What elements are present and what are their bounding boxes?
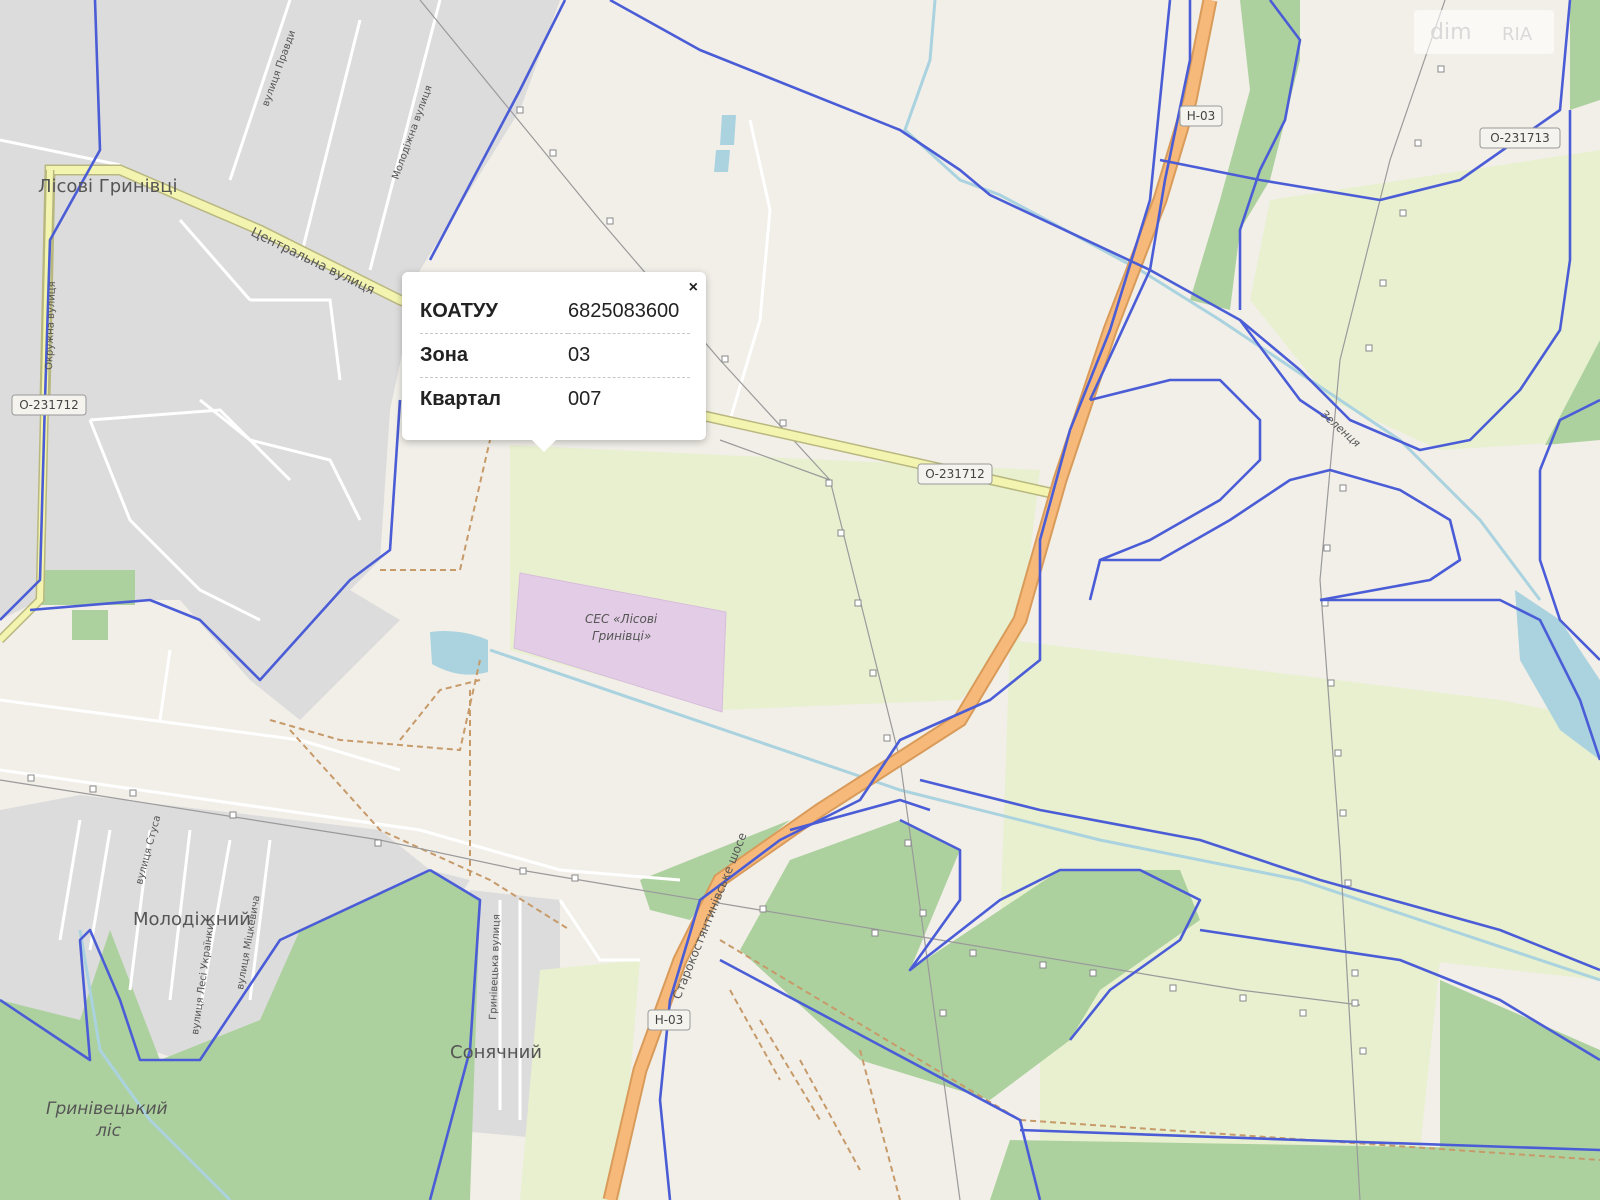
river-label-zelentsia: Зеленця <box>1318 408 1363 451</box>
meadow-east <box>1250 150 1600 450</box>
place-label-forest-line1: Гринівецький <box>46 1099 168 1119</box>
svg-text:Н-03: Н-03 <box>1187 109 1216 123</box>
popup-key-koatuu: КОАТУУ <box>420 290 568 334</box>
watermark-logo-dim: dim <box>1430 20 1472 45</box>
forest-east-edge <box>1570 0 1600 110</box>
watermark-logo-ria: RIA <box>1502 24 1533 45</box>
pond-north <box>714 115 736 172</box>
svg-text:О-231712: О-231712 <box>19 398 79 412</box>
popup-row-quarter: Квартал 007 <box>420 378 690 422</box>
svg-text:О-231713: О-231713 <box>1490 131 1550 145</box>
road-shield-o231712-east: О-231712 <box>917 463 993 485</box>
pond-west <box>430 631 488 675</box>
place-label-soniachnyi: Сонячний <box>450 1042 542 1063</box>
popup-value-zone: 03 <box>568 333 690 378</box>
road-shield-o231712-west: О-231712 <box>11 394 87 416</box>
road-shield-h03-south: Н-03 <box>647 1009 691 1031</box>
popup-row-zone: Зона 03 <box>420 333 690 378</box>
map-canvas[interactable]: Лісові Гринівці Молодіжний Сонячний Грин… <box>0 0 1600 1200</box>
popup-info-table: КОАТУУ 6825083600 Зона 03 Квартал 007 <box>420 290 690 421</box>
popup-value-quarter: 007 <box>568 388 602 410</box>
forest-small-patch-1 <box>40 570 135 605</box>
place-label-ses-line1: СЕС «Лісові <box>585 612 658 626</box>
road-shield-h03-north: Н-03 <box>1179 105 1223 127</box>
popup-row-koatuu: КОАТУУ 6825083600 <box>420 290 690 334</box>
forest-southeast <box>1440 980 1600 1150</box>
watermark: dim RIA <box>1414 10 1554 54</box>
popup-key-quarter: Квартал <box>420 388 501 410</box>
popup-close-button[interactable]: × <box>689 280 698 296</box>
place-label-lisovi-hrynivtsi: Лісові Гринівці <box>38 176 178 197</box>
place-label-ses-line2: Гринівці» <box>592 629 651 643</box>
forest-small-patch-2 <box>72 610 108 640</box>
popup-pointer <box>532 440 556 452</box>
popup-key-zone: Зона <box>420 333 568 378</box>
road-shield-o231713: О-231713 <box>1479 127 1561 149</box>
map-layer: Лісові Гринівці Молодіжний Сонячний Грин… <box>0 0 1600 1200</box>
svg-text:О-231712: О-231712 <box>925 467 985 481</box>
popup-value-koatuu: 6825083600 <box>568 290 690 334</box>
svg-text:Н-03: Н-03 <box>655 1013 684 1027</box>
place-label-molodizhnyi: Молодіжний <box>133 909 251 930</box>
koatuu-info-popup: × КОАТУУ 6825083600 Зона 03 Квартал 007 <box>402 272 706 452</box>
place-label-forest-line2: ліс <box>95 1121 122 1141</box>
forest-bottom <box>990 1140 1600 1200</box>
